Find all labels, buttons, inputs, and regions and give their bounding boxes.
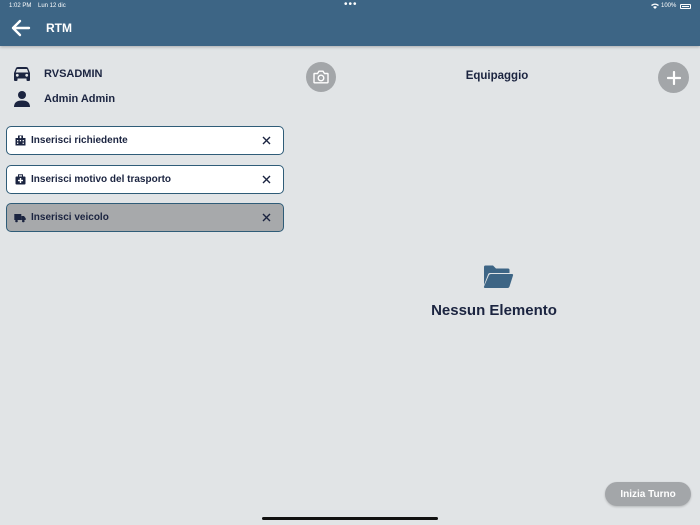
- vehicle-user-row: RVSADMIN: [12, 65, 102, 83]
- back-button[interactable]: [10, 19, 32, 37]
- empty-state-text: Nessun Elemento: [431, 302, 557, 319]
- requester-field[interactable]: Inserisci richiedente: [6, 126, 284, 155]
- transport-reason-field[interactable]: Inserisci motivo del trasporto: [6, 165, 284, 194]
- car-icon: [12, 65, 32, 83]
- crew-title: Equipaggio: [465, 70, 529, 82]
- app-header: 1:02 PM Lun 12 dic ••• 100% RTM: [0, 0, 700, 46]
- requester-field-label: Inserisci richiedente: [31, 135, 128, 146]
- medical-case-icon: [14, 174, 26, 186]
- close-icon: [262, 136, 270, 145]
- battery-icon: [680, 4, 691, 9]
- arrow-left-icon: [11, 19, 31, 37]
- folder-open-icon: [482, 264, 514, 290]
- vehicle-field[interactable]: Inserisci veicolo: [6, 203, 284, 232]
- person-name-label: Admin Admin: [44, 93, 116, 105]
- vehicle-field-label: Inserisci veicolo: [31, 212, 109, 223]
- status-date: Lun 12 dic: [38, 3, 66, 9]
- person-icon: [12, 90, 32, 108]
- close-icon: [262, 213, 270, 222]
- wifi-icon: [651, 3, 659, 11]
- clear-vehicle-button[interactable]: [259, 211, 273, 225]
- camera-button[interactable]: [306, 62, 336, 92]
- page-title: RTM: [46, 21, 72, 35]
- start-shift-button[interactable]: Inizia Turno: [605, 482, 691, 506]
- truck-icon: [14, 212, 26, 224]
- close-icon: [262, 175, 270, 184]
- person-row: Admin Admin: [12, 90, 115, 108]
- home-indicator[interactable]: [262, 517, 438, 520]
- clear-transport-reason-button[interactable]: [259, 173, 273, 187]
- hospital-icon: [14, 135, 26, 147]
- add-crew-button[interactable]: [658, 62, 689, 93]
- clear-requester-button[interactable]: [259, 134, 273, 148]
- status-time: 1:02 PM: [9, 3, 32, 9]
- battery-percent: 100%: [661, 3, 677, 9]
- multitasking-dots-icon[interactable]: •••: [344, 0, 358, 10]
- transport-reason-label: Inserisci motivo del trasporto: [31, 174, 172, 185]
- camera-icon: [313, 70, 329, 84]
- vehicle-user-label: RVSADMIN: [44, 68, 103, 80]
- status-bar: 1:02 PM Lun 12 dic ••• 100%: [0, 0, 700, 12]
- plus-icon: [666, 70, 681, 85]
